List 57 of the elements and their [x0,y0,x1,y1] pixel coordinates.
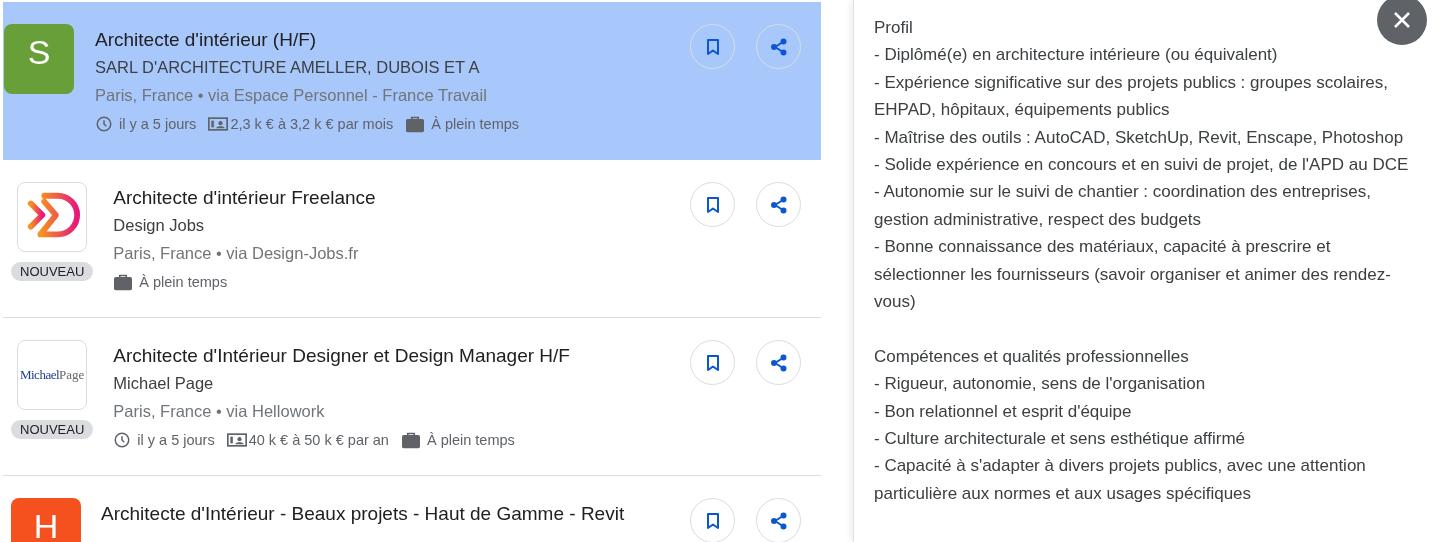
job-title[interactable]: Architecte d'intérieur (H/F) [95,27,669,53]
description-text: - Expérience significative sur des projets publics : groupes scolaires, EHPAD, hôpitaux, équipements publics [874,71,1390,122]
close-button[interactable] [1377,0,1427,45]
company-logo [17,182,88,252]
job-detail: À plein temps [431,116,520,132]
job-detail: 2,3 k € à 3,2 k € par mois [230,116,394,132]
description-text: - Diplômé(e) en architecture intérieure (ou équivalent) [874,44,1278,67]
description-text: - Rigueur, autonomie, sens de l'organisation [874,373,1206,396]
new-badge: NOUVEAU [11,262,94,281]
job-detail: À plein temps [139,274,228,290]
job-detail: il y a 5 jours [137,432,215,448]
job-listing[interactable]: NOUVEAU Architecte d'intérieur Freelance Design Jobs Paris, France • via Design-Jobs.fr À plein temps [3,160,821,318]
description-text: Profil [874,17,913,39]
job-location: Paris, France • via Design-Jobs.fr [113,243,360,264]
job-detail: il y a 5 jours [119,116,197,132]
description-text: - Bon relationnel et esprit d'équipe [874,400,1132,423]
bookmark-icon [705,353,720,372]
description-text: - Capacité à s'adapter à divers projets publics, avec une attention particulière aux normes et aux usages spécifiques [874,455,1367,505]
description-text: - Autonomie sur le suivi de chantier : coordination des entreprises, gestion administrative, respect des budgets [874,181,1373,231]
share-icon [769,195,788,214]
job-listing[interactable]: S Architecte d'intérieur (H/F) SARL D'ARCHITECTURE AMELLER, DUBOIS ET A Paris, France • via Espace Personnel - France Travail il y a 5 jours 2,3 k € à 3,2 k € par mois À plein temps [3,2,821,160]
job-listing[interactable]: MichaelPage NOUVEAU Architecte d'Intérieur Designer et Design Manager H/F Michael Page Paris, France • via Hellowork il y a 5 jours 40 k € à 50 k € par an À plein temps [3,318,821,476]
description-text: - Maîtrise des outils : AutoCAD, SketchUp, Revit, Enscape, Photoshop [874,126,1404,149]
company-logo: S [4,24,74,94]
description-text: - Culture architecturale et sens esthétique affirmé [874,428,1246,451]
clock-icon [95,115,113,133]
briefcase-icon [400,431,421,449]
job-detail: 40 k € à 50 k € par an [248,432,389,448]
description-text: Compétences et qualités professionnelles [874,345,1189,368]
new-badge: NOUVEAU [11,420,94,439]
bookmark-icon [705,511,720,530]
job-title[interactable]: Architecte d'Intérieur Designer et Design Manager H/F [113,343,670,369]
job-title[interactable]: Architecte d'Intérieur - Beaux projets - Haut de Gamme - Revit [101,501,670,527]
briefcase-icon [405,115,426,133]
company-logo: MichaelPage [17,340,88,410]
company-logo: H [11,498,81,542]
job-listing[interactable]: H Architecte d'Intérieur - Beaux projets - Haut de Gamme - Revit [3,476,821,542]
briefcase-icon [113,273,134,291]
job-title[interactable]: Architecte d'intérieur Freelance [113,185,670,211]
bookmark-icon [705,37,720,56]
job-location: Paris, France • via Hellowork [113,401,326,422]
share-icon [769,353,788,372]
company-name: SARL D'ARCHITECTURE AMELLER, DUBOIS ET A [95,57,481,78]
description-text: - Solide expérience en concours et en suivi de projet, de l'APD au DCE [874,154,1409,177]
bookmark-icon [705,195,720,214]
banknote-icon [208,116,229,132]
job-detail: À plein temps [426,432,515,448]
company-name: Design Jobs [113,215,206,236]
close-icon [1393,11,1411,29]
share-icon [769,511,788,530]
clock-icon [113,431,132,449]
job-location: Paris, France • via Espace Personnel - France Travail [95,85,488,106]
description-text: - Bonne connaissance des matériaux, capacité à prescrire et sélectionner les fournisseurs (savoir organiser et animer des rendez-vous) [874,236,1392,314]
share-icon [769,37,788,56]
company-name: Michael Page [113,373,215,394]
banknote-icon [226,432,247,448]
share-button[interactable] [756,182,801,227]
